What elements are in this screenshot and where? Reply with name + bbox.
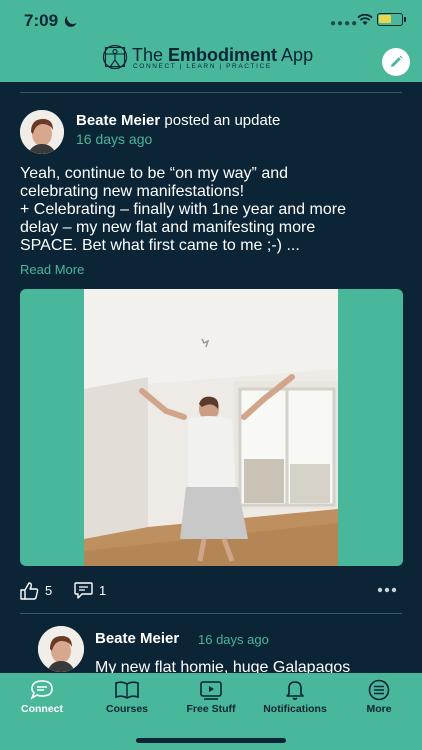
comment-count: 1 (99, 583, 107, 598)
menu-icon (368, 679, 390, 701)
tab-notifications[interactable]: Notifications (253, 679, 337, 719)
compose-button[interactable] (382, 48, 410, 76)
post-header: Beate Meier posted an update (76, 112, 281, 129)
divider (20, 613, 402, 614)
read-more-link[interactable]: Read More (20, 262, 84, 277)
post-body: Yeah, continue to be “on my way” and cel… (20, 165, 346, 254)
battery-icon (377, 13, 403, 26)
book-icon (115, 681, 139, 699)
wifi-icon (357, 14, 373, 25)
tab-more[interactable]: More (337, 679, 421, 719)
post-timestamp: 16 days ago (76, 131, 153, 147)
comment-timestamp: 16 days ago (198, 632, 269, 647)
post-media[interactable] (20, 289, 403, 566)
tab-connect[interactable]: Connect (0, 679, 84, 719)
video-icon (200, 681, 222, 700)
post-actions: 5 1 (20, 580, 403, 602)
app-tagline: CONNECT | LEARN | PRACTICE (133, 63, 272, 70)
logo-icon (102, 44, 128, 70)
pencil-icon (391, 55, 403, 67)
bell-icon (286, 681, 304, 700)
like-count: 5 (45, 583, 53, 598)
status-time: 7:09 (24, 11, 59, 30)
like-icon[interactable] (20, 582, 39, 600)
ellipsis-icon[interactable] (377, 587, 397, 593)
author-name[interactable]: Beate Meier (76, 112, 160, 129)
moon-icon (65, 10, 80, 25)
status-bar: 7:09 ●●●● (0, 0, 422, 40)
comment-icon[interactable] (74, 582, 93, 599)
app-header: 7:09 ●●●● The Embodiment App CONNECT | L… (0, 0, 422, 82)
author-avatar[interactable] (20, 110, 64, 154)
chat-icon (30, 680, 53, 700)
comment-author[interactable]: Beate Meier (95, 630, 179, 647)
tab-free-stuff[interactable]: Free Stuff (169, 679, 253, 719)
signal-icon: ●●●● (330, 18, 359, 29)
comment-avatar[interactable] (38, 626, 84, 672)
tab-courses[interactable]: Courses (85, 679, 169, 719)
post-photo[interactable] (84, 289, 338, 566)
home-indicator (136, 738, 286, 743)
divider (20, 92, 402, 93)
